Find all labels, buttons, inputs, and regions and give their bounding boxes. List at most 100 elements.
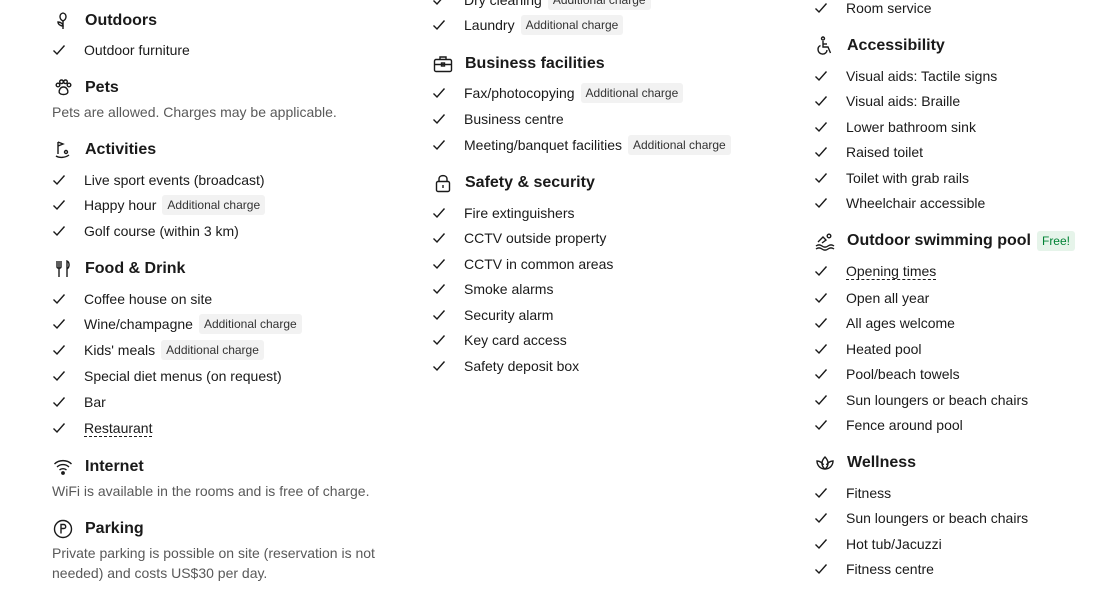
item-label: Security alarm — [464, 307, 554, 323]
check-icon — [432, 0, 452, 7]
list-item: Key card access — [432, 330, 567, 350]
item-label: Wine/champagne — [84, 316, 193, 332]
item-label: Coffee house on site — [84, 291, 213, 307]
check-icon — [52, 43, 72, 57]
parking-icon — [52, 518, 74, 540]
check-icon — [432, 112, 452, 126]
flower-icon — [52, 10, 74, 32]
check-icon — [432, 86, 452, 100]
internet-heading: Internet — [52, 456, 144, 478]
list-item: Wheelchair accessible — [814, 193, 985, 213]
item-label: Kids' meals — [84, 342, 156, 358]
item-label: Pool/beach towels — [846, 366, 960, 382]
additional-charge-badge: Additional charge — [162, 195, 266, 215]
additional-charge-badge: Additional charge — [547, 0, 651, 10]
list-item: CCTV in common areas — [432, 254, 613, 274]
item-label: Lower bathroom sink — [846, 119, 976, 135]
pets-title: Pets — [85, 79, 119, 96]
activities-heading: Activities — [52, 139, 156, 161]
item-label: Toilet with grab rails — [846, 170, 969, 186]
list-item: Fence around pool — [814, 415, 963, 435]
check-icon — [814, 264, 834, 278]
list-item: Visual aids: Braille — [814, 91, 960, 111]
item-label: Fence around pool — [846, 417, 963, 433]
check-icon — [814, 486, 834, 500]
check-icon — [52, 421, 72, 435]
accessibility-title: Accessibility — [847, 37, 945, 54]
item-label: Dry cleaning — [464, 0, 542, 8]
item-label: Heated pool — [846, 341, 922, 357]
check-icon — [432, 282, 452, 296]
accessibility-heading: Accessibility — [814, 35, 945, 57]
check-icon — [814, 537, 834, 551]
check-icon — [814, 196, 834, 210]
check-icon — [814, 562, 834, 576]
check-icon — [814, 94, 834, 108]
parking-heading: Parking — [52, 518, 144, 540]
safety-heading: Safety & security — [432, 172, 595, 194]
item-label: CCTV outside property — [464, 230, 607, 246]
item-label: Outdoor furniture — [84, 42, 190, 58]
list-item: Happy hour Additional charge — [52, 195, 266, 215]
list-item: Toilet with grab rails — [814, 168, 969, 188]
wellness-heading: Wellness — [814, 452, 916, 474]
item-label: Visual aids: Tactile signs — [846, 68, 998, 84]
check-icon — [52, 292, 72, 306]
golf-icon — [52, 139, 74, 161]
check-icon — [814, 316, 834, 330]
activities-title: Activities — [85, 141, 157, 158]
check-icon — [814, 120, 834, 134]
item-label: CCTV in common areas — [464, 256, 614, 272]
item-label: Laundry — [464, 17, 515, 33]
check-icon — [814, 1, 834, 15]
check-icon — [52, 317, 72, 331]
item-label: Key card access — [464, 332, 567, 348]
list-item: Wine/champagne Additional charge — [52, 314, 302, 334]
item-label: Raised toilet — [846, 144, 924, 160]
check-icon — [52, 369, 72, 383]
item-label: All ages welcome — [846, 315, 955, 331]
safety-title: Safety & security — [465, 174, 595, 191]
fork-knife-icon — [52, 258, 74, 280]
list-item: Kids' meals Additional charge — [52, 340, 264, 360]
lock-icon — [432, 172, 454, 194]
list-item: Bar — [52, 392, 106, 412]
item-label: Fire extinguishers — [464, 205, 575, 221]
wheelchair-icon — [814, 35, 836, 57]
list-item: Smoke alarms — [432, 279, 553, 299]
list-item: Meeting/banquet facilities Additional ch… — [432, 135, 731, 155]
list-item: Sun loungers or beach chairs — [814, 390, 1028, 410]
briefcase-icon — [432, 53, 454, 75]
additional-charge-badge: Additional charge — [520, 15, 624, 35]
item-label: Sun loungers or beach chairs — [846, 392, 1029, 408]
item-label: Golf course (within 3 km) — [84, 223, 239, 239]
item-label: Bar — [84, 394, 106, 410]
outdoors-title: Outdoors — [85, 12, 157, 29]
item-label: Visual aids: Braille — [846, 93, 961, 109]
food-drink-heading: Food & Drink — [52, 258, 185, 280]
opening-times-link[interactable]: Opening times — [846, 263, 937, 280]
list-item: Special diet menus (on request) — [52, 366, 282, 386]
lotus-icon — [814, 452, 836, 474]
list-item: Pool/beach towels — [814, 364, 960, 384]
check-icon — [432, 257, 452, 271]
list-item: All ages welcome — [814, 313, 955, 333]
restaurant-link[interactable]: Restaurant — [84, 420, 153, 437]
item-label: Happy hour — [84, 197, 157, 213]
list-item: Coffee house on site — [52, 289, 212, 309]
check-icon — [52, 198, 72, 212]
list-item: Live sport events (broadcast) — [52, 170, 265, 190]
check-icon — [814, 511, 834, 525]
business-title: Business facilities — [465, 55, 605, 72]
item-label: Special diet menus (on request) — [84, 368, 282, 384]
check-icon — [52, 343, 72, 357]
check-icon — [52, 224, 72, 238]
free-badge: Free! — [1036, 231, 1075, 251]
item-label: Room service — [846, 0, 932, 16]
pool-title: Outdoor swimming pool — [847, 232, 1031, 249]
check-icon — [432, 231, 452, 245]
check-icon — [814, 367, 834, 381]
business-heading: Business facilities — [432, 53, 605, 75]
list-item: Fitness centre — [814, 559, 934, 579]
paw-icon — [52, 77, 74, 99]
